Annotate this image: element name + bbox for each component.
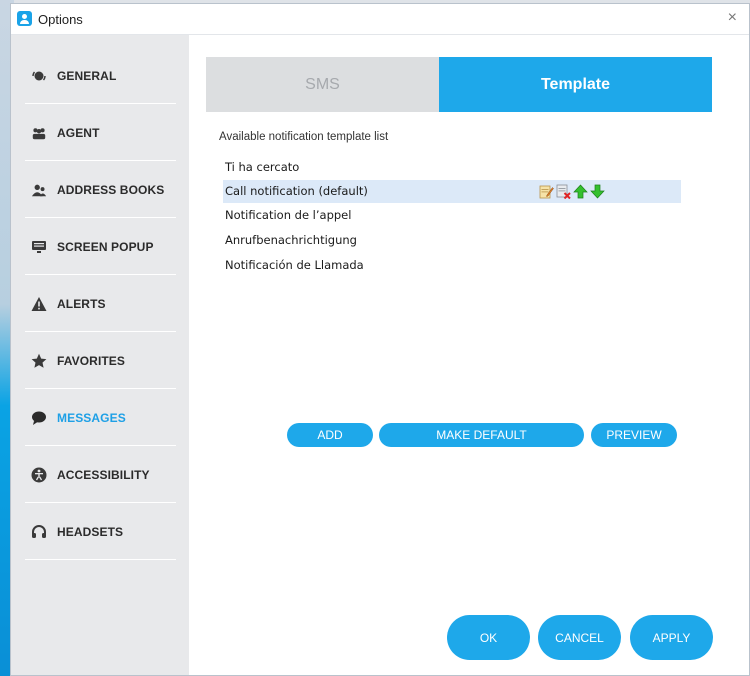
sidebar-item-general[interactable]: GENERAL: [25, 48, 176, 104]
cancel-button[interactable]: CANCEL: [538, 615, 621, 660]
tab-bar: SMS Template: [206, 57, 712, 112]
sidebar-item-address-books[interactable]: ADDRESS BOOKS: [25, 162, 176, 218]
sidebar-item-label: HEADSETS: [57, 524, 124, 539]
row-actions: [539, 184, 605, 200]
add-button[interactable]: ADD: [287, 423, 373, 447]
template-list-heading: Available notification template list: [219, 131, 389, 143]
address-books-icon: [31, 182, 47, 198]
close-button[interactable]: ×: [728, 9, 737, 27]
list-item-label: Notification de l’appel: [225, 208, 352, 222]
sidebar-item-accessibility[interactable]: ACCESSIBILITY: [25, 447, 176, 503]
sidebar-item-label: SCREEN POPUP: [57, 239, 154, 254]
list-item[interactable]: Notification de l’appel: [223, 204, 681, 227]
window-title: Options: [38, 12, 83, 27]
sidebar-item-headsets[interactable]: HEADSETS: [25, 504, 176, 560]
ok-button[interactable]: OK: [447, 615, 530, 660]
options-window: Options × GENERAL AGENT ADDRESS BOOKS SC…: [10, 3, 750, 676]
list-item-label: Notificación de Llamada: [225, 258, 364, 272]
sidebar-item-agent[interactable]: AGENT: [25, 105, 176, 161]
sidebar-item-label: FAVORITES: [57, 353, 126, 368]
screen-popup-icon: [31, 239, 47, 255]
sidebar-item-favorites[interactable]: FAVORITES: [25, 333, 176, 389]
sidebar-item-alerts[interactable]: ALERTS: [25, 276, 176, 332]
make-default-button[interactable]: MAKE DEFAULT: [379, 423, 584, 447]
sidebar-item-label: MESSAGES: [57, 410, 126, 425]
title-bar: Options ×: [11, 4, 749, 35]
list-item[interactable]: Notificación de Llamada: [223, 254, 681, 277]
edit-icon[interactable]: [539, 184, 554, 199]
move-up-icon[interactable]: [573, 184, 588, 199]
list-item-label: Call notification (default): [225, 184, 368, 198]
move-down-icon[interactable]: [590, 184, 605, 199]
accessibility-icon: [31, 467, 47, 483]
star-icon: [31, 353, 47, 369]
list-item[interactable]: Ti ha cercato: [223, 156, 681, 179]
sidebar-item-label: ACCESSIBILITY: [57, 467, 150, 482]
sidebar-item-label: ALERTS: [57, 296, 106, 311]
sidebar-item-screen-popup[interactable]: SCREEN POPUP: [25, 219, 176, 275]
agent-icon: [31, 125, 47, 141]
sidebar-item-label: AGENT: [57, 125, 100, 140]
delete-icon[interactable]: [556, 184, 571, 200]
sidebar-item-label: GENERAL: [57, 68, 117, 83]
headset-icon: [31, 524, 47, 540]
alerts-icon: [31, 296, 47, 312]
app-logo-icon: [17, 11, 32, 26]
apply-button[interactable]: APPLY: [630, 615, 713, 660]
list-item-label: Anrufbenachrichtigung: [225, 233, 357, 247]
tab-template[interactable]: Template: [439, 57, 712, 112]
general-icon: [31, 68, 47, 84]
preview-button[interactable]: PREVIEW: [591, 423, 677, 447]
list-item-selected[interactable]: Call notification (default): [223, 180, 681, 203]
sidebar: GENERAL AGENT ADDRESS BOOKS SCREEN POPUP: [11, 35, 189, 675]
list-item[interactable]: Anrufbenachrichtigung: [223, 229, 681, 252]
list-item-label: Ti ha cercato: [225, 160, 300, 174]
message-bubble-icon: [31, 410, 47, 426]
sidebar-item-label: ADDRESS BOOKS: [57, 182, 165, 197]
tab-sms[interactable]: SMS: [206, 57, 439, 112]
sidebar-item-messages[interactable]: MESSAGES: [25, 390, 176, 446]
